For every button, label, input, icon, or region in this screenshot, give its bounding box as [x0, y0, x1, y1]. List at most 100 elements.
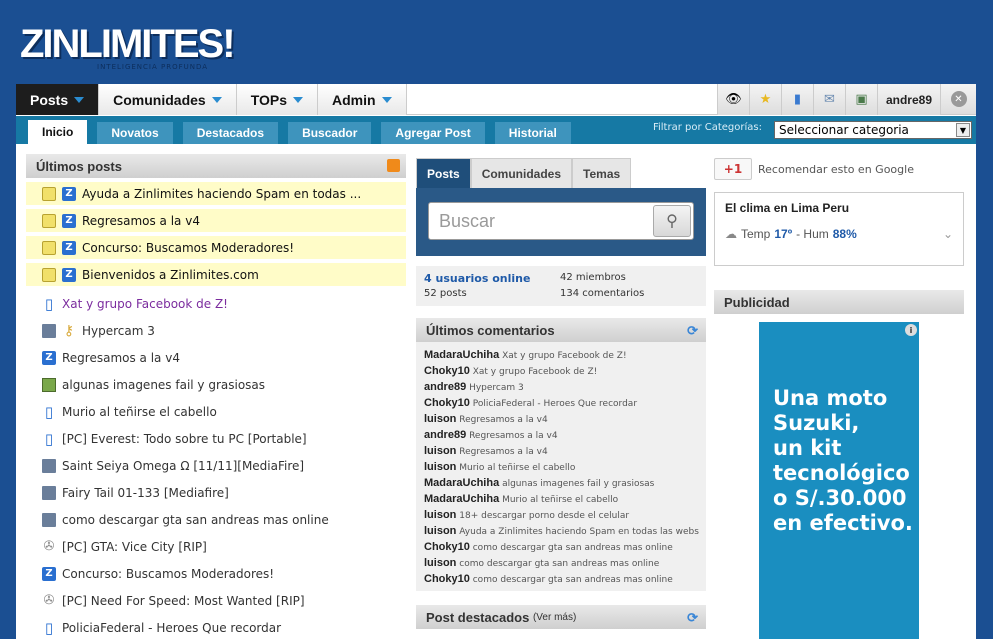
list-item[interactable]: Fairy Tail 01-133 [Mediafire]	[26, 479, 406, 506]
comment-item[interactable]: Choky10 PoliciaFederal - Heroes Que reco…	[416, 395, 706, 411]
comment-post[interactable]: Regresamos a la v4	[459, 447, 547, 457]
star-icon[interactable]: ★	[748, 84, 781, 115]
comment-post[interactable]: como descargar gta san andreas mas onlin…	[473, 575, 673, 585]
info-icon[interactable]: i	[905, 324, 917, 336]
post-link[interactable]: [PC] Everest: Todo sobre tu PC [Portable…	[62, 432, 307, 446]
post-link[interactable]: [PC] GTA: Vice City [RIP]	[62, 540, 207, 554]
tab-temas[interactable]: Temas	[572, 158, 632, 188]
tab-posts[interactable]: Posts	[416, 158, 471, 188]
comment-user[interactable]: andre89	[424, 381, 466, 393]
topnav-comunidades[interactable]: Comunidades	[99, 84, 237, 115]
subnav-destacados[interactable]: Destacados	[182, 122, 279, 144]
comment-user[interactable]: luison	[424, 525, 456, 537]
comment-user[interactable]: Choky10	[424, 541, 470, 553]
list-item[interactable]: ✇ [PC] GTA: Vice City [RIP]	[26, 533, 406, 560]
sticky-post[interactable]: Z Ayuda a Zinlimites haciendo Spam en tod…	[26, 182, 406, 205]
rss-icon[interactable]	[387, 159, 400, 172]
list-item[interactable]: ▯ PoliciaFederal - Heroes Que recordar	[26, 614, 406, 639]
post-link[interactable]: Concurso: Buscamos Moderadores!	[62, 567, 274, 581]
comment-post[interactable]: Murio al teñirse el cabello	[459, 463, 575, 473]
comment-post[interactable]: Xat y grupo Facebook de Z!	[473, 367, 598, 377]
comment-item[interactable]: andre89 Regresamos a la v4	[416, 427, 706, 443]
comment-post[interactable]: Murio al teñirse el cabello	[502, 495, 618, 505]
comment-item[interactable]: luison Murio al teñirse el cabello	[416, 459, 706, 475]
refresh-icon[interactable]: ⟳	[687, 610, 698, 626]
comment-user[interactable]: andre89	[424, 429, 466, 441]
comment-user[interactable]: Choky10	[424, 397, 470, 409]
logout-button[interactable]: ✕	[940, 84, 976, 114]
comment-user[interactable]: Choky10	[424, 573, 470, 585]
sticky-post[interactable]: Z Concurso: Buscamos Moderadores!	[26, 236, 406, 259]
google-plus-one-button[interactable]: +1	[714, 158, 752, 180]
post-link[interactable]: [PC] Need For Speed: Most Wanted [RIP]	[62, 594, 305, 608]
chevron-down-icon[interactable]: ⌄	[943, 227, 953, 241]
comment-item[interactable]: luison Ayuda a Zinlimites haciendo Spam …	[416, 523, 706, 539]
topnav-posts[interactable]: Posts	[16, 84, 100, 115]
comment-item[interactable]: luison Regresamos a la v4	[416, 411, 706, 427]
topnav-admin[interactable]: Admin	[318, 84, 407, 115]
subnav-historial[interactable]: Historial	[494, 122, 571, 144]
monitor-icon[interactable]: ▣	[844, 84, 877, 115]
list-item[interactable]: algunas imagenes fail y grasiosas	[26, 371, 406, 398]
subnav-novatos[interactable]: Novatos	[97, 122, 173, 144]
comment-item[interactable]: luison Regresamos a la v4	[416, 443, 706, 459]
comment-item[interactable]: MadaraUchiha Xat y grupo Facebook de Z!	[416, 347, 706, 363]
post-link[interactable]: algunas imagenes fail y grasiosas	[62, 378, 265, 392]
comment-post[interactable]: 18+ descargar porno desde el celular	[459, 511, 629, 521]
category-select[interactable]: Seleccionar categoria ▼	[774, 121, 972, 139]
post-link[interactable]: Regresamos a la v4	[62, 351, 180, 365]
comment-item[interactable]: andre89 Hypercam 3	[416, 379, 706, 395]
post-link[interactable]: Bienvenidos a Zinlimites.com	[82, 268, 259, 282]
list-item[interactable]: Saint Seiya Omega Ω [11/11][MediaFire]	[26, 452, 406, 479]
comment-user[interactable]: luison	[424, 445, 456, 457]
post-link[interactable]: Regresamos a la v4	[82, 214, 200, 228]
list-item[interactable]: ▯ [PC] Everest: Todo sobre tu PC [Portabl…	[26, 425, 406, 452]
tab-comunidades[interactable]: Comunidades	[470, 158, 573, 188]
comment-item[interactable]: Choky10 como descargar gta san andreas m…	[416, 539, 706, 555]
post-link[interactable]: Concurso: Buscamos Moderadores!	[82, 241, 294, 255]
subnav-agregar-post[interactable]: Agregar Post	[381, 122, 485, 144]
comment-post[interactable]: Ayuda a Zinlimites haciendo Spam en toda…	[459, 527, 699, 537]
subnav-buscador[interactable]: Buscador	[288, 122, 372, 144]
list-item[interactable]: ▯ Murio al teñirse el cabello	[26, 398, 406, 425]
comment-post[interactable]: Regresamos a la v4	[469, 431, 557, 441]
sticky-post[interactable]: Z Bienvenidos a Zinlimites.com	[26, 263, 406, 286]
subnav-inicio[interactable]: Inicio	[28, 120, 88, 144]
ad-banner[interactable]: i Una moto Suzuki, un kit tecnológico o …	[759, 322, 919, 639]
comment-post[interactable]: Regresamos a la v4	[459, 415, 547, 425]
online-users-link[interactable]: 4 usuarios online	[424, 272, 560, 287]
comment-item[interactable]: Choky10 como descargar gta san andreas m…	[416, 571, 706, 587]
sticky-post[interactable]: Z Regresamos a la v4	[26, 209, 406, 232]
post-link[interactable]: Xat y grupo Facebook de Z!	[62, 297, 228, 311]
site-logo[interactable]: ZINLIMITES!	[20, 22, 236, 67]
comment-user[interactable]: luison	[424, 461, 456, 473]
comment-post[interactable]: como descargar gta san andreas mas onlin…	[459, 559, 659, 569]
post-link[interactable]: como descargar gta san andreas mas onlin…	[62, 513, 329, 527]
list-item[interactable]: ⚷ Hypercam 3	[26, 317, 406, 344]
user-menu[interactable]: andre89	[876, 84, 940, 115]
list-item[interactable]: Z Concurso: Buscamos Moderadores!	[26, 560, 406, 587]
post-link[interactable]: PoliciaFederal - Heroes Que recordar	[62, 621, 281, 635]
comment-item[interactable]: luison 18+ descargar porno desde el celu…	[416, 507, 706, 523]
post-link[interactable]: Saint Seiya Omega Ω [11/11][MediaFire]	[62, 459, 304, 473]
list-item[interactable]: ✇ [PC] Need For Speed: Most Wanted [RIP]	[26, 587, 406, 614]
post-link[interactable]: Murio al teñirse el cabello	[62, 405, 217, 419]
comment-user[interactable]: luison	[424, 413, 456, 425]
comment-user[interactable]: luison	[424, 557, 456, 569]
comment-user[interactable]: luison	[424, 509, 456, 521]
comment-user[interactable]: MadaraUchiha	[424, 349, 499, 361]
post-link[interactable]: Fairy Tail 01-133 [Mediafire]	[62, 486, 229, 500]
search-input[interactable]: Buscar ⚲	[428, 202, 694, 240]
comment-post[interactable]: como descargar gta san andreas mas onlin…	[473, 543, 673, 553]
comment-item[interactable]: MadaraUchiha algunas imagenes fail y gra…	[416, 475, 706, 491]
post-link[interactable]: Hypercam 3	[82, 324, 155, 338]
refresh-icon[interactable]: ⟳	[687, 323, 698, 339]
eye-icon[interactable]: 👁	[716, 84, 749, 115]
document-icon[interactable]: ▮	[780, 84, 813, 115]
list-item[interactable]: como descargar gta san andreas mas onlin…	[26, 506, 406, 533]
topnav-tops[interactable]: TOPs	[236, 84, 319, 115]
comment-post[interactable]: Hypercam 3	[469, 383, 524, 393]
post-link[interactable]: Ayuda a Zinlimites haciendo Spam en toda…	[82, 187, 361, 201]
comment-user[interactable]: MadaraUchiha	[424, 493, 499, 505]
comment-post[interactable]: Xat y grupo Facebook de Z!	[502, 351, 627, 361]
